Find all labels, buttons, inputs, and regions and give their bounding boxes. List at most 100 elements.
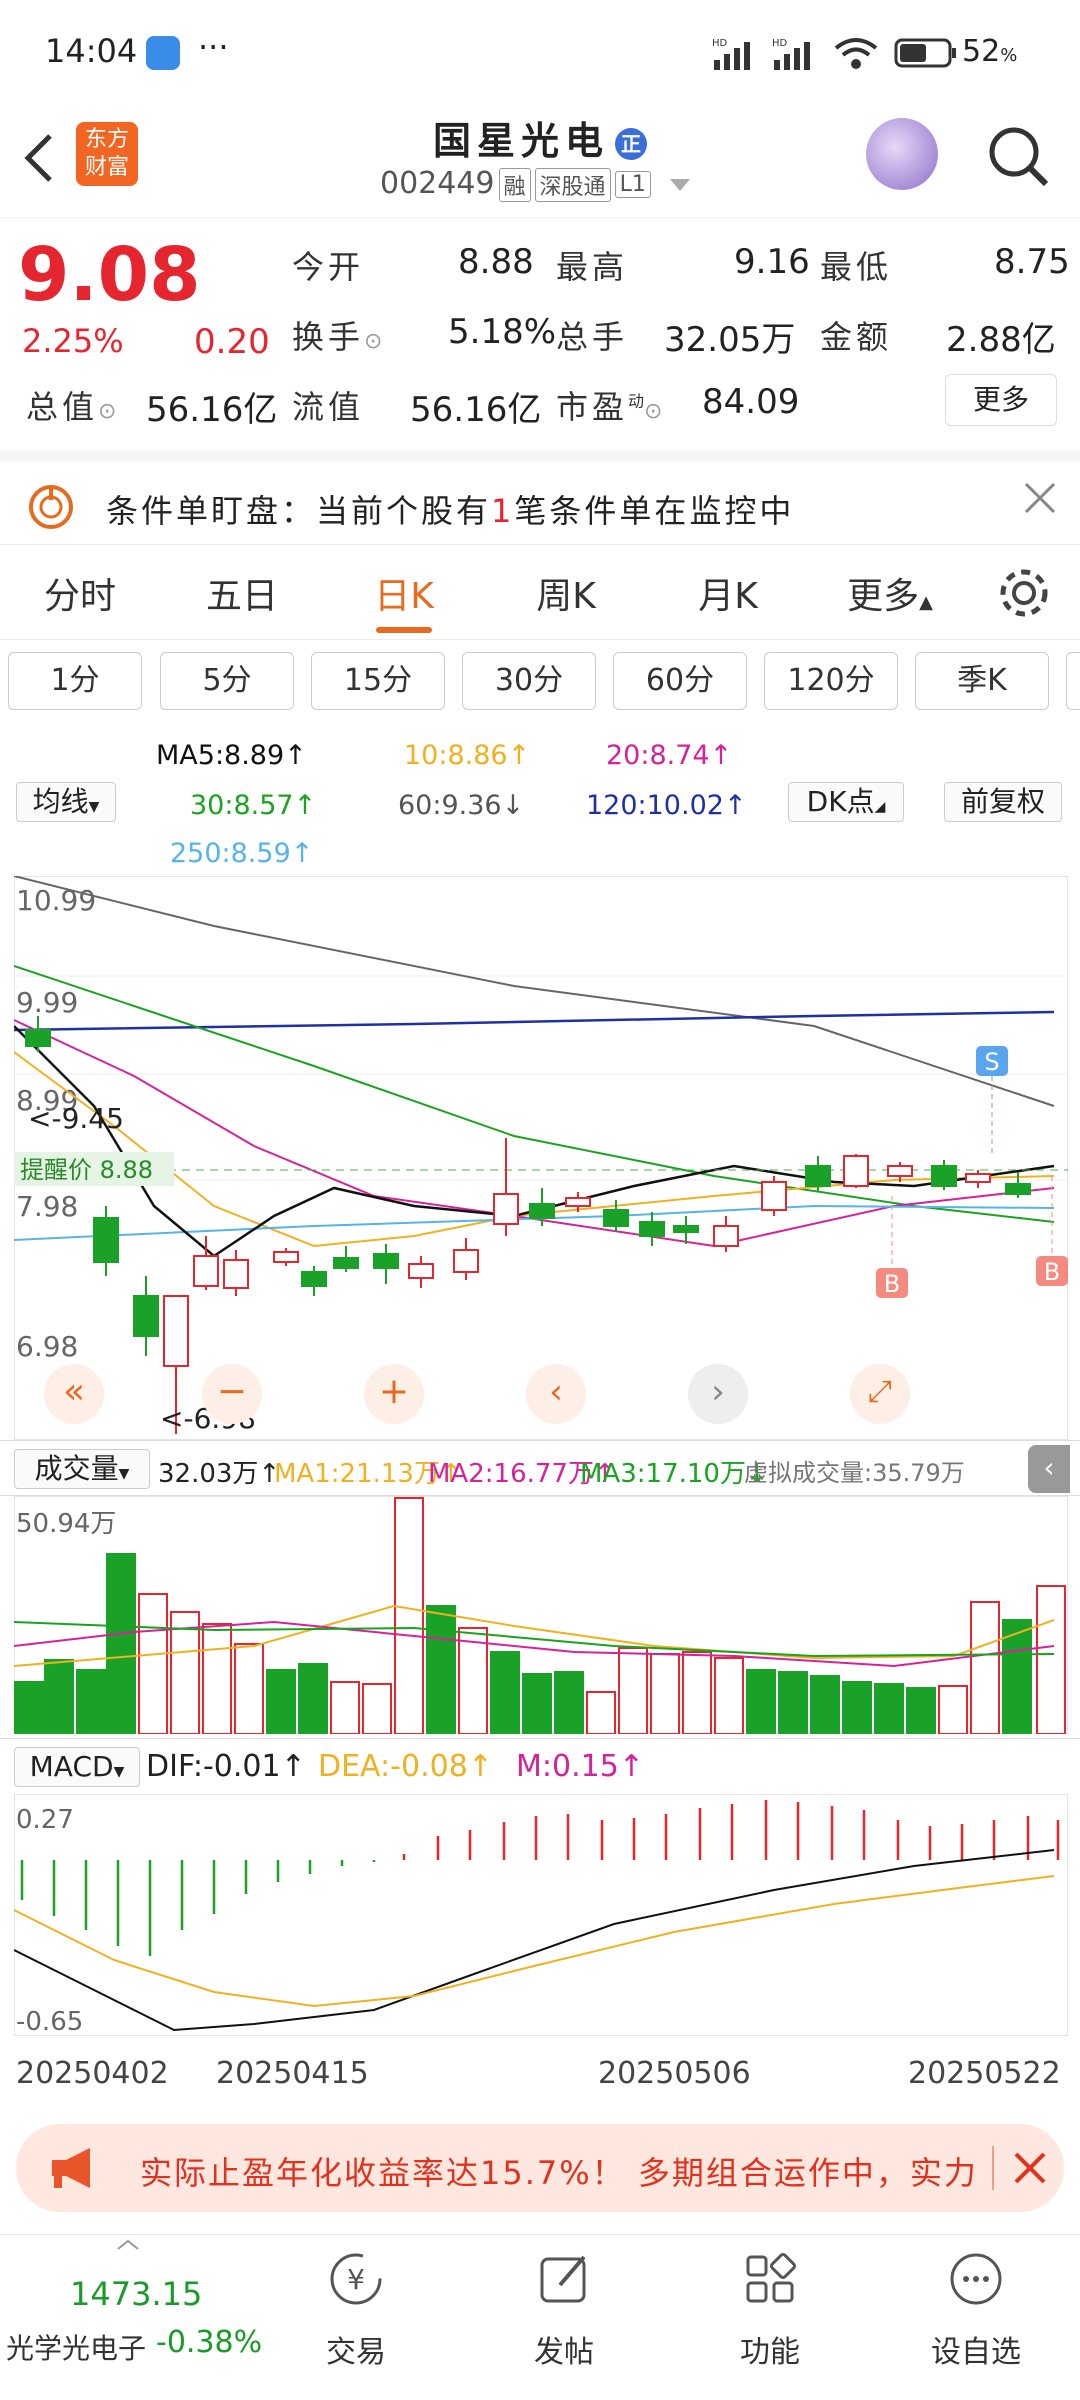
ma60-value: 60:9.36↓ bbox=[398, 790, 525, 821]
high-value: 9.16 bbox=[734, 242, 810, 282]
period-5min[interactable]: 5分 bbox=[160, 652, 294, 710]
period-1min[interactable]: 1分 bbox=[8, 652, 142, 710]
close-icon[interactable] bbox=[1020, 478, 1060, 518]
period-15min[interactable]: 15分 bbox=[311, 652, 445, 710]
candle-body bbox=[453, 1249, 479, 1273]
search-icon[interactable] bbox=[984, 122, 1054, 192]
sector-index-name[interactable]: 光学光电子 bbox=[6, 2327, 146, 2367]
tab-intraday[interactable]: 分时 bbox=[0, 567, 160, 619]
ma-select[interactable]: 均线▼ bbox=[16, 782, 116, 822]
volume-bar bbox=[362, 1683, 392, 1734]
tab-more[interactable]: 更多▲ bbox=[810, 567, 970, 619]
low-label: 最低 bbox=[820, 248, 893, 286]
scroll-right-button[interactable]: › bbox=[688, 1364, 748, 1424]
volume-bar bbox=[522, 1673, 552, 1734]
volume-bar bbox=[76, 1669, 106, 1734]
expand-up-icon[interactable] bbox=[116, 2239, 140, 2251]
promo-banner[interactable]: 实际止盈年化收益率达15.7%！ 多期组合运作中，实力 bbox=[16, 2124, 1064, 2212]
macd-dif-line bbox=[14, 1849, 1055, 2032]
volume-selector[interactable]: 成交量▼ bbox=[14, 1449, 150, 1489]
robot-avatar[interactable] bbox=[866, 118, 938, 190]
volume-bar bbox=[298, 1663, 328, 1734]
volume-bar bbox=[874, 1683, 904, 1734]
zoom-out-fast-button[interactable]: « bbox=[44, 1364, 104, 1424]
candle-body bbox=[193, 1255, 219, 1287]
settings-icon[interactable] bbox=[996, 565, 1052, 621]
wifi-icon bbox=[834, 38, 878, 69]
macd-header: MACD▼ DIF:-0.01↑ DEA:-0.08↑ M:0.15↑ bbox=[0, 1738, 1080, 1794]
more-quote-button[interactable]: 更多 bbox=[945, 374, 1057, 426]
ma20-value: 20:8.74↑ bbox=[606, 740, 733, 771]
info-icon[interactable]: ⊙ bbox=[644, 399, 662, 424]
volume-bar bbox=[394, 1497, 424, 1734]
period-more[interactable] bbox=[1066, 652, 1080, 710]
candle-body bbox=[301, 1271, 327, 1287]
ma120-value: 120:10.02↑ bbox=[586, 790, 747, 821]
pe-value: 84.09 bbox=[702, 382, 800, 422]
bottom-navigation: 1473.15 光学光电子 -0.38% ¥ 交易 发帖 功能 设自选 bbox=[0, 2234, 1080, 2400]
amount-label: 金额 bbox=[820, 318, 893, 356]
info-icon[interactable]: ⊙ bbox=[98, 399, 116, 424]
tab-five-day[interactable]: 五日 bbox=[162, 567, 322, 619]
mcap-value: 56.16亿 bbox=[146, 390, 278, 430]
open-label: 今开 bbox=[292, 248, 365, 286]
dropdown-icon[interactable] bbox=[670, 178, 691, 191]
volume-chart[interactable]: 50.94万 bbox=[14, 1496, 1068, 1734]
period-120min[interactable]: 120分 bbox=[764, 652, 898, 710]
change-amount: 0.20 bbox=[194, 322, 270, 362]
scroll-left-button[interactable]: ‹ bbox=[526, 1364, 586, 1424]
alert-price-label: 提醒价 8.88 bbox=[20, 1156, 153, 1184]
nav-add-watchlist[interactable]: 设自选 bbox=[906, 2235, 1046, 2400]
candle-body bbox=[931, 1165, 957, 1187]
period-60min[interactable]: 60分 bbox=[613, 652, 747, 710]
zoom-out-button[interactable]: − bbox=[202, 1364, 262, 1424]
turnover-label[interactable]: 换手⊙ bbox=[292, 312, 382, 358]
low-value: 8.75 bbox=[994, 242, 1070, 282]
nav-post[interactable]: 发帖 bbox=[494, 2235, 634, 2400]
macd-chart[interactable]: 0.27 -0.65 bbox=[14, 1794, 1068, 2036]
volume-bar bbox=[1036, 1585, 1066, 1734]
zoom-in-button[interactable]: + bbox=[364, 1364, 424, 1424]
candle-body bbox=[805, 1165, 831, 1187]
tab-weekly-k[interactable]: 周K bbox=[486, 567, 646, 619]
active-tab-indicator bbox=[376, 627, 432, 633]
volume-bar bbox=[266, 1669, 296, 1734]
volume-bar bbox=[682, 1651, 712, 1734]
tab-monthly-k[interactable]: 月K bbox=[648, 567, 808, 619]
condition-order-notice[interactable]: 条件单盯盘：当前个股有1笔条件单在监控中 bbox=[0, 450, 1080, 542]
ma10-value: 10:8.86↑ bbox=[404, 740, 531, 771]
stock-code[interactable]: 002449 融深股通 L1 bbox=[380, 166, 691, 202]
collapse-tab[interactable]: ‹ bbox=[1028, 1445, 1070, 1493]
candle-body bbox=[25, 1029, 51, 1047]
svg-text:HD: HD bbox=[772, 38, 788, 49]
period-quarterly[interactable]: 季K bbox=[915, 652, 1049, 710]
info-icon[interactable]: ⊙ bbox=[364, 329, 382, 354]
fullscreen-button[interactable]: ⤢ bbox=[850, 1364, 910, 1424]
y-axis-label: 6.98 bbox=[16, 1330, 78, 1363]
volume-bar bbox=[554, 1671, 584, 1734]
mcap-label[interactable]: 总值⊙ bbox=[26, 382, 116, 428]
nav-trade[interactable]: ¥ 交易 bbox=[286, 2235, 426, 2400]
close-icon[interactable] bbox=[1010, 2148, 1050, 2188]
y-axis-label: 50.94万 bbox=[16, 1509, 116, 1539]
macd-selector[interactable]: MACD▼ bbox=[14, 1747, 140, 1787]
candle-body bbox=[333, 1257, 359, 1269]
candle-body bbox=[223, 1259, 249, 1289]
date-label: 20250506 bbox=[598, 2056, 751, 2091]
volume-bar bbox=[458, 1627, 488, 1734]
sell-marker-label: S bbox=[984, 1048, 999, 1076]
period-30min[interactable]: 30分 bbox=[462, 652, 596, 710]
high-label: 最高 bbox=[556, 248, 629, 286]
tab-daily-k[interactable]: 日K bbox=[324, 567, 484, 619]
pe-label[interactable]: 市盈动⊙ bbox=[556, 382, 662, 428]
adjust-select[interactable]: 前复权 bbox=[944, 782, 1062, 822]
candle-body bbox=[273, 1251, 299, 1263]
kline-chart[interactable]: 10.999.998.997.986.98提醒价 8.88<-9.45<-6.9… bbox=[14, 876, 1068, 1440]
edit-icon bbox=[540, 2255, 586, 2303]
volume-bar bbox=[650, 1653, 680, 1734]
dk-points-select[interactable]: DK点◢ bbox=[788, 782, 904, 822]
volume-bar bbox=[170, 1611, 200, 1734]
nav-post-label: 发帖 bbox=[534, 2335, 594, 2370]
nav-functions[interactable]: 功能 bbox=[700, 2235, 840, 2400]
sector-index-value[interactable]: 1473.15 bbox=[70, 2275, 202, 2313]
